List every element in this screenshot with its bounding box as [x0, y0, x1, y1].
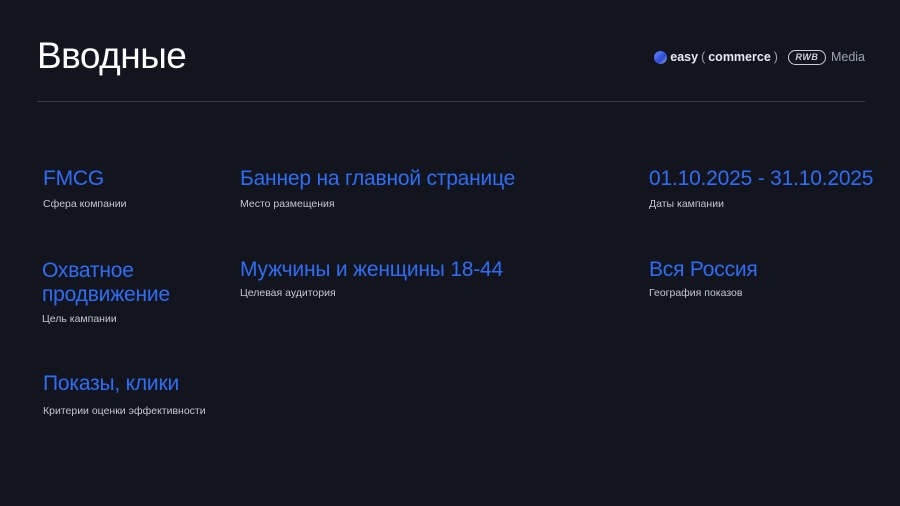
info-label: Цель кампании — [42, 313, 117, 325]
page-title: Вводные — [37, 35, 187, 76]
slide: Вводные easy(commerce) RWB Media FMCG Сф… — [0, 0, 900, 506]
info-value: Баннер на главной странице — [240, 167, 516, 190]
rwb-media-logo: RWB Media — [787, 49, 865, 65]
info-value-line1: Охватное — [42, 259, 134, 282]
info-value: Показы, клики — [43, 372, 179, 395]
info-value: Мужчины и женщины 18-44 — [240, 258, 504, 281]
info-label: Критерии оценки эффективности — [43, 405, 206, 417]
info-item-goal: Охватное продвижение Цель кампании — [42, 259, 170, 326]
info-label: Место размещения — [240, 198, 335, 210]
rwb-logo-icon: RWB — [787, 49, 826, 65]
info-label: Сфера компании — [43, 198, 127, 210]
info-item-industry: FMCG Сфера компании — [43, 167, 126, 211]
info-label: Даты кампании — [649, 198, 724, 210]
info-item-geography: Вся Россия География показов — [649, 258, 758, 300]
info-label: Целевая аудитория — [240, 287, 336, 299]
info-item-dates: 01.10.2025 - 31.10.2025 Даты кампании — [649, 167, 873, 211]
logo-paren-open: ( — [701, 50, 706, 64]
info-value: 01.10.2025 - 31.10.2025 — [649, 167, 874, 190]
media-text: Media — [830, 50, 865, 64]
easy-commerce-logo-icon — [654, 50, 668, 64]
info-value: Вся Россия — [649, 258, 758, 281]
logo-commerce-text: commerce — [708, 50, 771, 64]
info-item-audience: Мужчины и женщины 18-44 Целевая аудитори… — [240, 258, 503, 300]
easy-commerce-logo: easy(commerce) — [654, 50, 778, 64]
logo-paren-close: ) — [773, 50, 778, 64]
info-value-line2: продвижение — [42, 283, 170, 306]
info-item-placement: Баннер на главной странице Место размеще… — [240, 167, 515, 211]
info-item-kpi: Показы, клики Критерии оценки эффективно… — [43, 372, 206, 418]
header-divider — [37, 101, 865, 102]
logo-easy-text: easy — [670, 50, 699, 64]
info-value: FMCG — [43, 167, 105, 190]
partner-logos: easy(commerce) RWB Media — [654, 48, 865, 66]
info-label: География показов — [649, 287, 743, 299]
